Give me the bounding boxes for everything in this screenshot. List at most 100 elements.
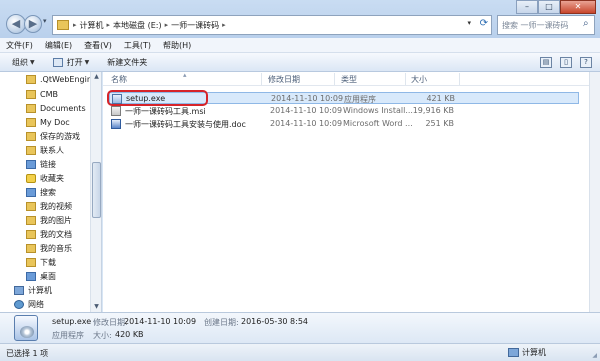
- preview-pane-icon[interactable]: ▯: [560, 57, 572, 68]
- details-size-value: 420 KB: [115, 330, 144, 339]
- file-type: Windows Install...: [343, 106, 413, 115]
- folder-icon: [26, 75, 36, 84]
- details-file-name: setup.exe: [52, 317, 92, 326]
- breadcrumb-drive[interactable]: 本地磁盘 (E:): [113, 20, 162, 31]
- menu-tools[interactable]: 工具(T): [124, 40, 151, 51]
- menu-view[interactable]: 查看(V): [84, 40, 112, 51]
- resize-grip-icon[interactable]: ◢: [592, 352, 597, 359]
- column-size[interactable]: 大小: [411, 74, 427, 85]
- status-location-label: 计算机: [522, 348, 546, 357]
- disc-icon: [20, 326, 34, 338]
- menu-edit[interactable]: 编辑(E): [45, 40, 72, 51]
- search-icon[interactable]: ⌕: [583, 18, 596, 29]
- details-created-label: 创建日期:: [204, 318, 239, 327]
- breadcrumb-computer[interactable]: 计算机: [80, 20, 104, 31]
- download-folder-icon: [26, 258, 36, 267]
- music-folder-icon: [26, 244, 36, 253]
- open-button[interactable]: 打开 ▼: [52, 57, 90, 68]
- details-size-label: 大小:: [93, 331, 112, 340]
- word-document-icon: [111, 119, 121, 129]
- contacts-icon: [26, 146, 36, 155]
- forward-button[interactable]: ▶: [24, 15, 42, 33]
- file-name: 一师一课砖码工具.msi: [125, 107, 206, 116]
- address-bar[interactable]: ▸ 计算机 ▸ 本地磁盘 (E:) ▸ 一师一课砖码 ▸ ▾ ⟳: [52, 15, 492, 35]
- file-list-scrollbar[interactable]: [589, 72, 600, 312]
- video-folder-icon: [26, 202, 36, 211]
- details-modified-label: 修改日期:: [93, 318, 128, 327]
- setup-application-icon: [14, 315, 38, 341]
- chevron-down-icon: ▼: [84, 58, 90, 66]
- nav-item-computer[interactable]: 计算机: [14, 284, 101, 297]
- file-size: 251 KB: [425, 119, 454, 128]
- view-controls: ▤ ▯ ?: [532, 57, 592, 68]
- file-size: 19,916 KB: [412, 106, 454, 115]
- highlight-annotation: [107, 90, 208, 106]
- column-type[interactable]: 类型: [341, 74, 357, 85]
- status-location: 计算机: [508, 347, 546, 358]
- title-bar: – □ ✕ ◀ ▶ ▾ ▸ 计算机 ▸ 本地磁盘 (E:) ▸ 一师一课砖码 ▸…: [0, 0, 600, 38]
- file-list: 名称 ▴ 修改日期 类型 大小 setup.exe 2014-11-10 10:…: [103, 71, 600, 312]
- selection-count: 已选择 1 项: [6, 349, 49, 358]
- refresh-icon[interactable]: ⟳: [480, 18, 488, 29]
- navigation-pane: .QtWebEngine CMB Documents My Doc 保存的游戏 …: [0, 72, 102, 312]
- file-size: 421 KB: [426, 94, 455, 103]
- column-date[interactable]: 修改日期: [268, 74, 300, 85]
- folder-icon: [26, 90, 36, 99]
- star-icon: [26, 174, 36, 183]
- details-file-type: 应用程序: [52, 331, 84, 340]
- change-view-icon[interactable]: ▤: [540, 57, 552, 68]
- status-bar: 已选择 1 项 计算机 ◢: [0, 343, 600, 361]
- menu-file[interactable]: 文件(F): [6, 40, 33, 51]
- new-folder-button[interactable]: 新建文件夹: [107, 57, 147, 68]
- nav-scrollbar[interactable]: ▲ ▼: [90, 72, 101, 312]
- chevron-down-icon: ▼: [30, 58, 35, 66]
- window-buttons: – □ ✕: [516, 0, 596, 14]
- file-type: 应用程序: [344, 95, 376, 104]
- folder-icon: [26, 132, 36, 141]
- nav-item-network[interactable]: 网络: [14, 298, 101, 311]
- history-dropdown-icon[interactable]: ▾: [43, 17, 47, 25]
- details-pane: setup.exe 修改日期: 2014-11-10 10:09 创建日期: 2…: [0, 312, 600, 343]
- links-icon: [26, 160, 36, 169]
- folder-icon: [26, 104, 36, 113]
- scrollbar-thumb[interactable]: [92, 162, 101, 218]
- details-created-value: 2016-05-30 8:54: [241, 317, 308, 326]
- computer-icon: [14, 286, 24, 295]
- details-modified-value: 2014-11-10 10:09: [124, 317, 197, 326]
- pictures-folder-icon: [26, 216, 36, 225]
- scroll-up-icon[interactable]: ▲: [91, 73, 101, 80]
- search-input[interactable]: 搜索 一师一课砖码: [497, 15, 595, 35]
- maximize-button[interactable]: □: [538, 0, 560, 14]
- minimize-button[interactable]: –: [516, 0, 538, 14]
- file-row-doc[interactable]: 一师一课砖码工具安装与使用.doc 2014-11-10 10:09 Micro…: [109, 118, 579, 130]
- column-name[interactable]: 名称: [111, 74, 127, 85]
- menu-help[interactable]: 帮助(H): [163, 40, 191, 51]
- scroll-down-icon[interactable]: ▼: [91, 303, 101, 310]
- file-name: 一师一课砖码工具安装与使用.doc: [125, 120, 246, 129]
- computer-icon: [508, 348, 519, 357]
- menu-bar: 文件(F) 编辑(E) 查看(V) 工具(T) 帮助(H): [0, 38, 600, 53]
- open-icon: [52, 57, 63, 67]
- command-bar: 组织 ▼ 打开 ▼ 新建文件夹 ▤ ▯ ?: [0, 53, 600, 72]
- search-icon: [26, 188, 36, 197]
- desktop-icon: [26, 272, 36, 281]
- file-date: 2014-11-10 10:09: [270, 119, 343, 128]
- file-type: Microsoft Word ...: [343, 119, 413, 128]
- breadcrumb-folder[interactable]: 一师一课砖码: [171, 20, 219, 31]
- file-row-msi[interactable]: 一师一课砖码工具.msi 2014-11-10 10:09 Windows In…: [109, 105, 579, 117]
- close-button[interactable]: ✕: [560, 0, 596, 14]
- column-header: 名称 ▴ 修改日期 类型 大小: [103, 71, 600, 86]
- address-dropdown-icon[interactable]: ▾: [467, 19, 471, 27]
- network-icon: [14, 300, 24, 309]
- organize-label: 组织: [12, 57, 28, 67]
- file-date: 2014-11-10 10:09: [270, 106, 343, 115]
- back-button[interactable]: ◀: [6, 14, 26, 34]
- installer-icon: [111, 106, 121, 116]
- documents-folder-icon: [26, 230, 36, 239]
- explorer-window: – □ ✕ ◀ ▶ ▾ ▸ 计算机 ▸ 本地磁盘 (E:) ▸ 一师一课砖码 ▸…: [0, 0, 600, 361]
- organize-button[interactable]: 组织 ▼: [12, 57, 35, 68]
- help-icon[interactable]: ?: [580, 57, 592, 68]
- folder-icon: [57, 20, 69, 30]
- file-date: 2014-11-10 10:09: [271, 94, 344, 103]
- folder-icon: [26, 118, 36, 127]
